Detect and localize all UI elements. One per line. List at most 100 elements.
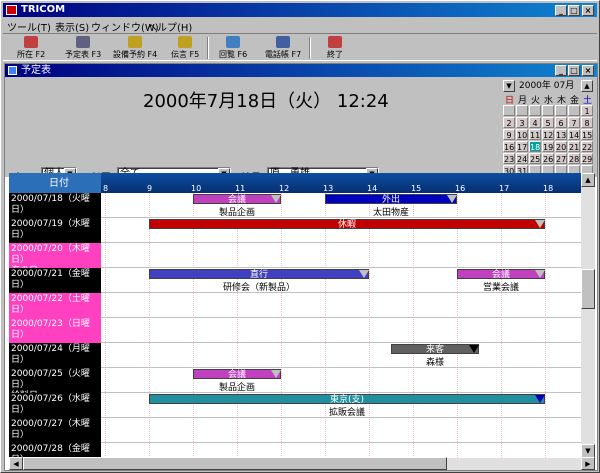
schedule-row[interactable]: 2000/07/21（金曜日） 直行 研修会（新製品） 会議 営業会議 [9, 268, 581, 293]
maximize-icon[interactable]: □ [568, 5, 580, 16]
hour-tick-label: 16 [455, 184, 466, 193]
child-maximize-icon[interactable]: □ [568, 65, 580, 76]
calendar-day[interactable]: 22 [581, 141, 593, 152]
event-bar[interactable]: 直行 [149, 269, 369, 280]
schedule-row[interactable]: 2000/07/27（木曜日） [9, 418, 581, 443]
circular-icon [226, 36, 241, 48]
calendar-day[interactable]: 28 [568, 153, 580, 164]
vertical-scrollbar[interactable]: ▲ ▼ [581, 173, 595, 458]
hour-tick-label: 8 [103, 184, 109, 193]
scroll-left-icon[interactable]: ◀ [9, 457, 23, 470]
calendar-day [555, 105, 567, 116]
schedule-row[interactable]: 2000/07/19（水曜日） 休暇 [9, 218, 581, 243]
calendar-day[interactable]: 19 [542, 141, 554, 152]
row-date-label: 2000/07/22（土曜日） [11, 294, 90, 315]
event-bar[interactable]: 会議 [193, 194, 281, 205]
scroll-thumb[interactable] [581, 269, 595, 309]
calendar-day[interactable]: 7 [568, 117, 580, 128]
schedule-row[interactable]: 2000/07/26（水曜日） 東京(支) 拡販会議 [9, 393, 581, 418]
calendar-day[interactable]: 23 [503, 153, 515, 164]
calendar-day[interactable]: 24 [516, 153, 528, 164]
calendar-day[interactable]: 18 [529, 141, 541, 152]
event-label: 製品企画 [218, 208, 255, 218]
calendar-next-icon[interactable]: ▲ [581, 80, 593, 92]
schedule-window: 予定表 _ □ × 2000年7月18日（火） 12:24 ▼ 2000年 07… [4, 63, 598, 471]
app-titlebar: TRICOM _ □ × [3, 3, 597, 17]
horizontal-scrollbar[interactable]: ◀ ▶ [9, 457, 595, 470]
calendar-day [503, 105, 515, 116]
toolbar-separator [207, 37, 209, 59]
calendar-day[interactable]: 8 [581, 117, 593, 128]
calendar-day[interactable]: 12 [542, 129, 554, 140]
calendar-day[interactable]: 16 [503, 141, 515, 152]
calendar-day[interactable]: 3 [516, 117, 528, 128]
schedule-button[interactable]: 予定表 F3 [65, 36, 101, 60]
event-bar[interactable]: 会議 [457, 269, 545, 280]
message-button-label: 伝言 F5 [171, 50, 200, 59]
calendar-day[interactable]: 17 [516, 141, 528, 152]
close-icon[interactable]: × [582, 5, 594, 16]
calendar-day[interactable]: 2 [503, 117, 515, 128]
calendar-day[interactable]: 27 [555, 153, 567, 164]
phonebook-button-label: 電話帳 F7 [265, 50, 302, 59]
circular-button[interactable]: 回覧 F6 [219, 36, 247, 60]
facility-reservation-button[interactable]: 設備予約 F4 [113, 36, 157, 60]
scroll-down-icon[interactable]: ▼ [581, 444, 595, 458]
toolbar-separator [309, 37, 311, 59]
schedule-row[interactable]: 2000/07/24（月曜日） 来客 森様 [9, 343, 581, 368]
hour-tick-label: 12 [279, 184, 290, 193]
hscroll-thumb[interactable] [23, 457, 447, 470]
calendar-day[interactable]: 5 [542, 117, 554, 128]
schedule-row[interactable]: 2000/07/23（日曜日） [9, 318, 581, 343]
calendar-day[interactable]: 26 [542, 153, 554, 164]
row-date-label: 2000/07/27（木曜日） [11, 419, 90, 440]
calendar-day [542, 105, 554, 116]
minimize-icon[interactable]: _ [555, 5, 567, 16]
calendar-day[interactable]: 10 [516, 129, 528, 140]
phonebook-icon [276, 36, 291, 48]
calendar-day[interactable]: 9 [503, 129, 515, 140]
event-bar[interactable]: 休暇 [149, 219, 545, 230]
calendar-day[interactable]: 13 [555, 129, 567, 140]
calendar-day[interactable]: 6 [555, 117, 567, 128]
calendar-day[interactable]: 4 [529, 117, 541, 128]
schedule-row[interactable]: 2000/07/25（火曜日）給料日 会議製品企画 [9, 368, 581, 401]
child-minimize-icon[interactable]: _ [555, 65, 567, 76]
child-close-icon[interactable]: × [582, 65, 594, 76]
calendar-day[interactable]: 20 [555, 141, 567, 152]
menu-tools[interactable]: ツール(T) [7, 19, 51, 34]
schedule-grid-header: 日付 8 9 10 11 12 13 14 15 16 17 18 [9, 173, 581, 193]
location-button-label: 所在 F2 [17, 50, 46, 59]
event-label: 太田物産 [372, 208, 409, 218]
phonebook-button[interactable]: 電話帳 F7 [265, 36, 301, 60]
exit-button-label: 終了 [327, 50, 343, 59]
schedule-row[interactable]: 2000/07/22（土曜日） [9, 293, 581, 318]
location-button[interactable]: 所在 F2 [17, 36, 45, 60]
calendar-day[interactable]: 14 [568, 129, 580, 140]
calendar-day[interactable]: 15 [581, 129, 593, 140]
calendar-day[interactable]: 1 [581, 105, 593, 116]
event-label: 森様 [425, 358, 444, 368]
message-button[interactable]: 伝言 F5 [171, 36, 199, 60]
menu-view[interactable]: 表示(S) [55, 19, 89, 34]
calendar-prev-icon[interactable]: ▼ [503, 80, 515, 92]
scroll-right-icon[interactable]: ▶ [581, 457, 595, 470]
event-bar[interactable]: 外出 [325, 194, 457, 205]
event-end-marker-icon [469, 345, 479, 353]
event-bar[interactable]: 来客 [391, 344, 479, 355]
menu-help[interactable]: ヘルプ(H) [147, 19, 192, 34]
event-bar[interactable]: 会議 [193, 369, 281, 380]
calendar-day[interactable]: 21 [568, 141, 580, 152]
schedule-row[interactable]: 2000/07/20（木曜日）海の日 [9, 243, 581, 276]
schedule-row[interactable]: 2000/07/18（火曜日） 会議 製品企画 外出 太田物産 [9, 193, 581, 218]
exit-button[interactable]: 終了 [327, 36, 343, 60]
calendar-day[interactable]: 11 [529, 129, 541, 140]
calendar-day[interactable]: 29 [581, 153, 593, 164]
scroll-up-icon[interactable]: ▲ [581, 173, 595, 187]
calendar-day[interactable]: 25 [529, 153, 541, 164]
row-date-cell: 2000/07/22（土曜日） [9, 293, 101, 318]
menu-bar: ツール(T) 表示(S) ウィンドウ(W) ヘルプ(H) [3, 18, 597, 34]
event-bar[interactable]: 東京(支) [149, 394, 545, 405]
calendar-month-label: 2000年 07月 [519, 81, 575, 91]
event-end-marker-icon [271, 195, 281, 203]
